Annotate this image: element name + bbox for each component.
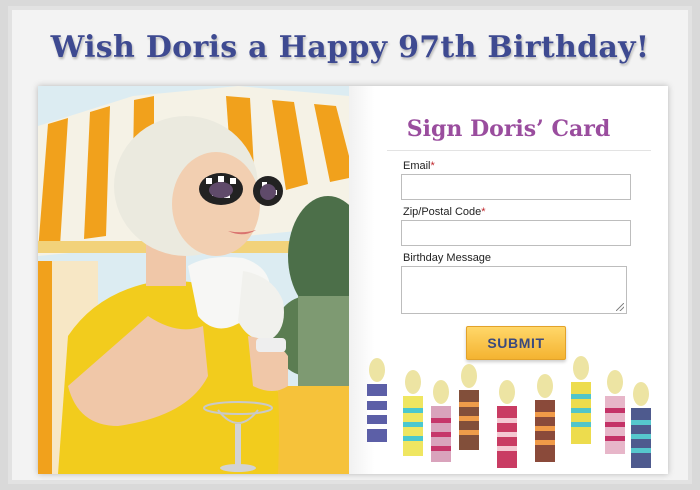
required-mark: * xyxy=(430,160,435,172)
required-mark: * xyxy=(481,206,486,218)
photo-illustration xyxy=(38,86,349,474)
page-headline: Wish Doris a Happy 97th Birthday! xyxy=(50,30,650,65)
doris-photo xyxy=(38,86,349,474)
signup-form: Sign Doris’ Card Email* Zip/Postal Code*… xyxy=(349,86,668,474)
form-title: Sign Doris’ Card xyxy=(406,116,611,142)
birthday-message-textarea[interactable] xyxy=(401,266,627,314)
candle-icon xyxy=(459,364,479,450)
candle-icon xyxy=(497,380,517,468)
candle-icon xyxy=(403,370,423,456)
resize-handle-icon[interactable] xyxy=(616,303,624,311)
page-frame: Wish Doris a Happy 97th Birthday! Sign D… xyxy=(8,6,692,484)
email-label: Email* xyxy=(403,160,435,172)
email-field[interactable] xyxy=(401,174,631,200)
zip-label: Zip/Postal Code* xyxy=(403,206,486,218)
candle-icon xyxy=(571,356,591,444)
birthday-candles-illustration xyxy=(367,356,651,468)
candle-icon xyxy=(535,374,555,462)
title-divider xyxy=(387,150,651,151)
email-label-text: Email xyxy=(403,160,431,172)
zip-label-text: Zip/Postal Code xyxy=(403,206,482,218)
zip-field[interactable] xyxy=(401,220,631,246)
candle-icon xyxy=(431,380,451,462)
candle-icon xyxy=(605,370,625,454)
candle-icon xyxy=(631,382,651,468)
candle-icon xyxy=(367,358,387,442)
message-label: Birthday Message xyxy=(403,252,492,264)
birthday-card: Sign Doris’ Card Email* Zip/Postal Code*… xyxy=(38,86,668,474)
